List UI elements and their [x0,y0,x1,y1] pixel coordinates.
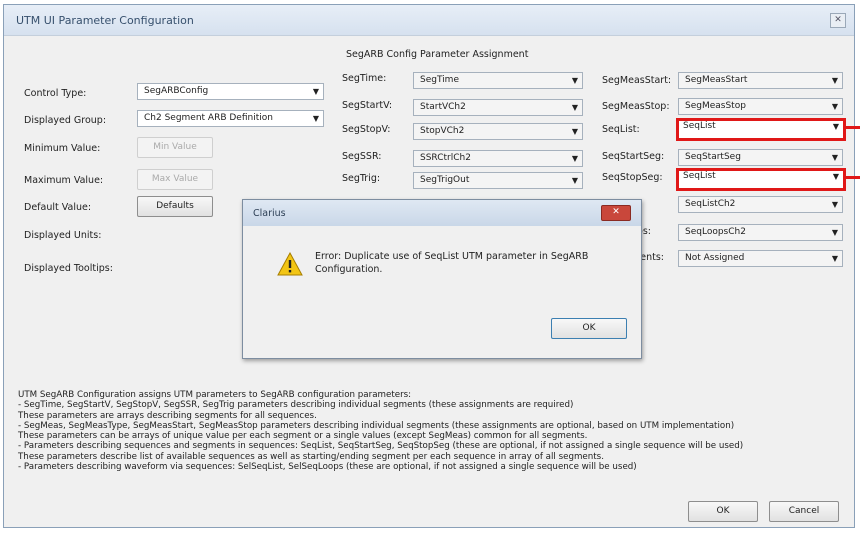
seqlist-dropdown[interactable]: SeqList ▼ [676,118,846,141]
control-type-label: Control Type: [24,88,87,99]
segments-value: Not Assigned [685,253,745,263]
displayed-group-label: Displayed Group: [24,115,107,126]
segssr-label: SegSSR: [342,151,382,162]
chevron-down-icon: ▼ [831,200,838,209]
title-bar: UTM UI Parameter Configuration ✕ [4,5,854,36]
control-type-value: SegARBConfig [144,86,209,96]
description-line: These parameters are arrays describing s… [18,410,317,421]
segarb-section-title: SegARB Config Parameter Assignment [346,49,529,60]
segstopv-value: StopVCh2 [420,126,465,136]
dialog-message-line: Error: Duplicate use of SeqList UTM para… [315,251,589,262]
minimum-value-label: Minimum Value: [24,143,101,154]
description-line: - SegTime, SegStartV, SegStopV, SegSSR, … [18,400,574,411]
chevron-down-icon: ▼ [571,76,578,85]
seqstartseg-dropdown[interactable]: SeqStartSeg ▼ [678,149,843,166]
selseqlist-dropdown[interactable]: SeqListCh2 ▼ [678,196,843,213]
segmeasstart-label: SegMeasStart: [602,75,672,86]
description-line: - SegMeas, SegMeasType, SegMeasStart, Se… [18,420,735,431]
seqstartseg-value: SeqStartSeg [685,152,741,162]
description-line: - Parameters describing waveform via seq… [18,462,637,473]
chevron-down-icon: ▼ [312,114,319,123]
displayed-group-value: Ch2 Segment ARB Definition [144,113,273,123]
seqstopseg-value: SeqList [683,171,716,181]
displayed-units-label: Displayed Units: [24,230,102,241]
segmeasstop-label: SegMeasStop: [602,101,670,112]
segstopv-label: SegStopV: [342,124,391,135]
selseqloops-dropdown[interactable]: SeqLoopsCh2 ▼ [678,224,843,241]
chevron-down-icon: ▼ [831,102,838,111]
segments-dropdown[interactable]: Not Assigned ▼ [678,250,843,267]
chevron-down-icon: ▼ [831,76,838,85]
selseqloops-value: SeqLoopsCh2 [685,227,746,237]
segtime-label: SegTime: [342,73,387,84]
segtime-dropdown[interactable]: SegTime ▼ [413,72,583,89]
dialog-close-button[interactable]: ✕ [601,205,631,221]
defaults-button[interactable]: Defaults [137,196,213,217]
chevron-down-icon: ▼ [832,122,839,131]
chevron-down-icon: ▼ [831,254,838,263]
maximum-value-label: Maximum Value: [24,175,104,186]
warning-icon [277,252,303,276]
chevron-down-icon: ▼ [832,172,839,181]
highlight-pointer-line [846,176,860,179]
chevron-down-icon: ▼ [831,153,838,162]
segstartv-dropdown[interactable]: StartVCh2 ▼ [413,99,583,116]
description-text: UTM SegARB Configuration assigns UTM par… [18,390,838,472]
window-title: UTM UI Parameter Configuration [16,14,194,27]
segtrig-dropdown[interactable]: SegTrigOut ▼ [413,172,583,189]
description-line: UTM SegARB Configuration assigns UTM par… [18,390,412,400]
segtrig-value: SegTrigOut [420,175,470,185]
segmeasstop-value: SegMeasStop [685,101,746,111]
seqstartseg-label: SeqStartSeg: [602,151,665,162]
displayed-group-dropdown[interactable]: Ch2 Segment ARB Definition ▼ [137,110,324,127]
description-line: These parameters can be arrays of unique… [18,431,588,442]
segstartv-label: SegStartV: [342,100,393,111]
segtime-value: SegTime [420,75,459,85]
description-line: These parameters describe list of availa… [18,451,604,462]
chevron-down-icon: ▼ [312,87,319,96]
seqlist-label: SeqList: [602,124,640,135]
description-line: - Parameters describing sequences and se… [18,441,744,452]
chevron-down-icon: ▼ [571,103,578,112]
seqstopseg-dropdown[interactable]: SeqList ▼ [676,168,846,191]
config-window: UTM UI Parameter Configuration ✕ Control… [3,4,860,528]
segmeasstart-value: SegMeasStart [685,75,748,85]
dialog-message: Error: Duplicate use of SeqList UTM para… [315,250,615,276]
ok-button[interactable]: OK [688,501,758,522]
max-value-field[interactable]: Max Value [137,169,213,190]
highlight-pointer-line [846,126,860,129]
selseqlist-value: SeqListCh2 [685,199,736,209]
dialog-ok-button[interactable]: OK [551,318,627,339]
seqstopseg-label: SeqStopSeg: [602,172,663,183]
chevron-down-icon: ▼ [571,127,578,136]
chevron-down-icon: ▼ [571,176,578,185]
displayed-tooltips-label: Displayed Tooltips: [24,263,113,274]
control-type-dropdown[interactable]: SegARBConfig ▼ [137,83,324,100]
seqlist-value: SeqList [683,121,716,131]
default-value-label: Default Value: [24,202,92,213]
segtrig-label: SegTrig: [342,173,381,184]
segmeasstop-dropdown[interactable]: SegMeasStop ▼ [678,98,843,115]
segstartv-value: StartVCh2 [420,102,466,112]
dialog-title: Clarius [253,208,286,219]
cancel-button[interactable]: Cancel [769,501,839,522]
segmeasstart-dropdown[interactable]: SegMeasStart ▼ [678,72,843,89]
chevron-down-icon: ▼ [831,228,838,237]
window-close-button[interactable]: ✕ [830,13,846,28]
segstopv-dropdown[interactable]: StopVCh2 ▼ [413,123,583,140]
chevron-down-icon: ▼ [571,154,578,163]
dialog-title-bar: Clarius ✕ [243,200,641,226]
dialog-message-line: Configuration. [315,264,383,275]
segssr-value: SSRCtrlCh2 [420,153,471,163]
min-value-field[interactable]: Min Value [137,137,213,158]
error-dialog: Clarius ✕ Error: Duplicate use of SeqLis… [242,199,642,359]
segssr-dropdown[interactable]: SSRCtrlCh2 ▼ [413,150,583,167]
